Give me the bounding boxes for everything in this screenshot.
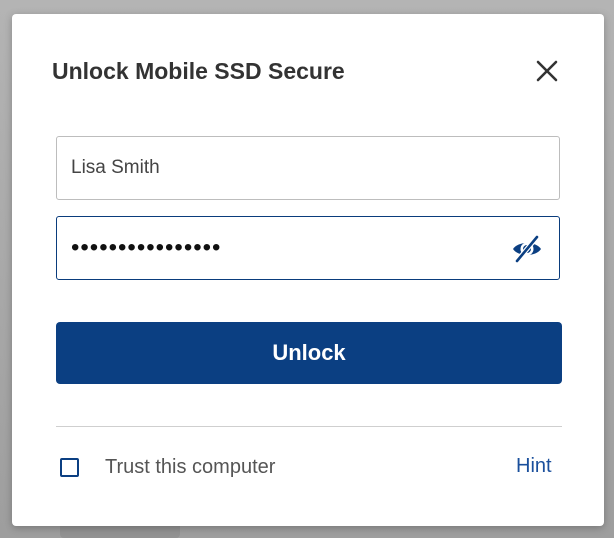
- password-visibility-toggle[interactable]: [509, 231, 545, 267]
- close-icon: [536, 60, 558, 82]
- hint-link[interactable]: Hint: [516, 455, 552, 478]
- password-field[interactable]: [56, 216, 560, 280]
- eye-off-icon: [513, 234, 541, 264]
- unlock-dialog: Unlock Mobile SSD Secure Unlock Trust th…: [12, 14, 604, 526]
- username-field[interactable]: [56, 136, 560, 200]
- divider: [56, 426, 562, 427]
- trust-computer-option[interactable]: Trust this computer: [60, 454, 275, 480]
- close-button[interactable]: [532, 56, 562, 86]
- username-input[interactable]: [57, 137, 559, 199]
- dialog-title: Unlock Mobile SSD Secure: [52, 58, 345, 84]
- password-input[interactable]: [57, 217, 559, 279]
- unlock-button[interactable]: Unlock: [56, 322, 562, 384]
- trust-computer-checkbox[interactable]: [60, 457, 79, 477]
- trust-computer-label[interactable]: Trust this computer: [105, 456, 275, 479]
